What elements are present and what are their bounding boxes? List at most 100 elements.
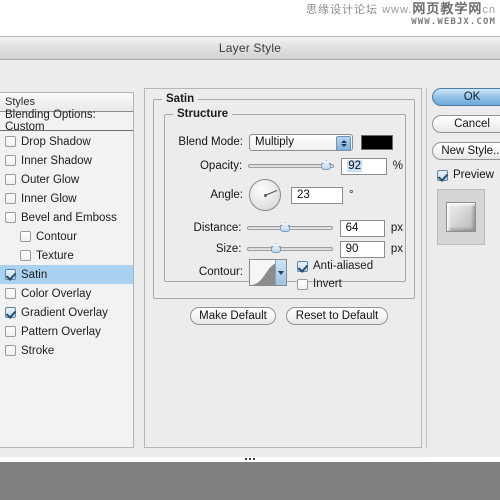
preview-checkbox[interactable] — [437, 169, 448, 181]
dialog-titlebar[interactable]: Layer Style — [0, 37, 500, 60]
effect-checkbox[interactable] — [5, 136, 16, 147]
ok-button[interactable]: OK — [432, 88, 500, 106]
effect-row-color-overlay[interactable]: Color Overlay — [0, 284, 133, 303]
effect-label: Contour — [36, 230, 77, 243]
contour-label: Contour: — [198, 266, 243, 278]
opacity-input[interactable]: 92 — [341, 157, 387, 175]
opacity-label: Opacity: — [199, 160, 243, 172]
contour-preset-thumbnail[interactable] — [249, 259, 287, 286]
effect-label: Outer Glow — [21, 173, 80, 186]
effect-checkbox[interactable] — [5, 269, 16, 280]
contour-dropdown-arrow[interactable] — [275, 260, 286, 285]
effect-checkbox[interactable] — [5, 174, 16, 185]
angle-row: Angle: 23 ° — [169, 177, 403, 213]
preview-row[interactable]: Preview — [437, 169, 500, 181]
opacity-slider-thumb[interactable] — [320, 160, 332, 171]
watermark-site-name: 网页教学网 — [412, 1, 483, 16]
satin-settings-panel: Satin Structure Blend Mode: Multiply Opa… — [144, 88, 422, 448]
distance-slider[interactable] — [247, 221, 334, 235]
distance-label: Distance: — [193, 222, 242, 234]
angle-dial[interactable] — [249, 179, 281, 211]
effect-label: Pattern Overlay — [21, 325, 101, 338]
layer-style-dialog: Layer Style Styles Blending Options: Cus… — [0, 36, 500, 457]
effect-row-satin[interactable]: Satin — [0, 265, 133, 284]
satin-group-title: Satin — [162, 93, 199, 105]
effects-list: Drop Shadow Inner Shadow Outer Glow Inner G… — [0, 131, 133, 360]
dialog-body: Styles Blending Options: Custom Drop Sha… — [0, 60, 500, 457]
preview-shape — [446, 202, 476, 232]
effect-label: Texture — [36, 249, 74, 262]
effect-checkbox[interactable] — [5, 307, 16, 318]
cancel-button[interactable]: Cancel — [432, 115, 500, 133]
anti-aliased-row[interactable]: Anti-aliased — [297, 260, 373, 272]
structure-group: Structure Blend Mode: Multiply Opacity: … — [164, 108, 406, 290]
blending-options-row[interactable]: Blending Options: Custom — [0, 109, 133, 133]
blend-mode-value: Multiply — [255, 136, 294, 148]
new-style-button[interactable]: New Style... — [432, 142, 500, 160]
watermark-tld: cn — [482, 4, 496, 16]
watermark: 思缘设计论坛 www.网页教学网cn WWW.WEBJX.COM — [306, 2, 496, 27]
effect-checkbox[interactable] — [20, 231, 31, 242]
make-default-button[interactable]: Make Default — [190, 307, 276, 325]
effect-checkbox[interactable] — [20, 250, 31, 261]
panel-divider — [426, 88, 427, 448]
reset-to-default-button[interactable]: Reset to Default — [286, 307, 388, 325]
angle-value: 23 — [297, 189, 310, 201]
effect-checkbox[interactable] — [5, 212, 16, 223]
contour-row: Contour: Anti-aliased Invert — [169, 259, 403, 290]
size-slider-track — [247, 247, 334, 251]
size-slider[interactable] — [247, 242, 334, 256]
watermark-www: www. — [382, 4, 413, 16]
styles-panel: Styles Blending Options: Custom Drop Sha… — [0, 92, 134, 448]
invert-checkbox[interactable] — [297, 278, 308, 290]
angle-unit: ° — [349, 189, 354, 201]
size-unit: px — [390, 243, 403, 255]
effect-row-gradient-overlay[interactable]: Gradient Overlay — [0, 303, 133, 322]
effect-row-stroke[interactable]: Stroke — [0, 341, 133, 360]
blend-mode-select[interactable]: Multiply — [249, 133, 353, 151]
watermark-line-1: 思缘设计论坛 www.网页教学网cn — [306, 2, 496, 17]
distance-row: Distance: 64 px — [169, 219, 403, 237]
size-value: 90 — [345, 243, 359, 255]
screen: 思缘设计论坛 www.网页教学网cn WWW.WEBJX.COM Layer S… — [0, 0, 500, 500]
effect-checkbox[interactable] — [5, 288, 16, 299]
size-label: Size: — [215, 243, 242, 255]
chevron-updown-icon[interactable] — [336, 135, 351, 151]
effect-row-texture[interactable]: Texture — [0, 246, 133, 265]
angle-input[interactable]: 23 — [291, 186, 343, 204]
effect-label: Drop Shadow — [21, 135, 91, 148]
effect-row-drop-shadow[interactable]: Drop Shadow — [0, 132, 133, 151]
effect-checkbox[interactable] — [5, 193, 16, 204]
effect-label: Inner Shadow — [21, 154, 92, 167]
preview-thumbnail — [437, 189, 485, 245]
effect-row-contour[interactable]: Contour — [0, 227, 133, 246]
distance-slider-thumb[interactable] — [279, 222, 291, 233]
distance-unit: px — [390, 222, 403, 234]
effect-row-inner-shadow[interactable]: Inner Shadow — [0, 151, 133, 170]
effect-label: Inner Glow — [21, 192, 77, 205]
size-row: Size: 90 px — [169, 240, 403, 258]
invert-label: Invert — [313, 278, 342, 290]
effect-checkbox[interactable] — [5, 326, 16, 337]
effect-checkbox[interactable] — [5, 155, 16, 166]
effect-row-bevel-and-emboss[interactable]: Bevel and Emboss — [0, 208, 133, 227]
distance-value: 64 — [345, 222, 359, 234]
effect-row-outer-glow[interactable]: Outer Glow — [0, 170, 133, 189]
blend-mode-label: Blend Mode: — [178, 136, 243, 148]
effect-label: Gradient Overlay — [21, 306, 108, 319]
opacity-slider[interactable] — [248, 159, 335, 173]
effect-row-inner-glow[interactable]: Inner Glow — [0, 189, 133, 208]
blend-color-swatch[interactable] — [361, 134, 393, 150]
distance-input[interactable]: 64 — [339, 219, 385, 237]
size-input[interactable]: 90 — [339, 240, 385, 258]
effect-checkbox[interactable] — [5, 345, 16, 356]
anti-aliased-checkbox[interactable] — [297, 260, 308, 272]
effect-label: Satin — [21, 268, 48, 281]
size-slider-thumb[interactable] — [270, 243, 282, 254]
angle-dial-needle — [264, 189, 278, 196]
desktop-background — [0, 462, 500, 500]
preview-label: Preview — [453, 169, 494, 181]
angle-dial-center — [263, 193, 267, 197]
effect-row-pattern-overlay[interactable]: Pattern Overlay — [0, 322, 133, 341]
invert-row[interactable]: Invert — [297, 278, 373, 290]
